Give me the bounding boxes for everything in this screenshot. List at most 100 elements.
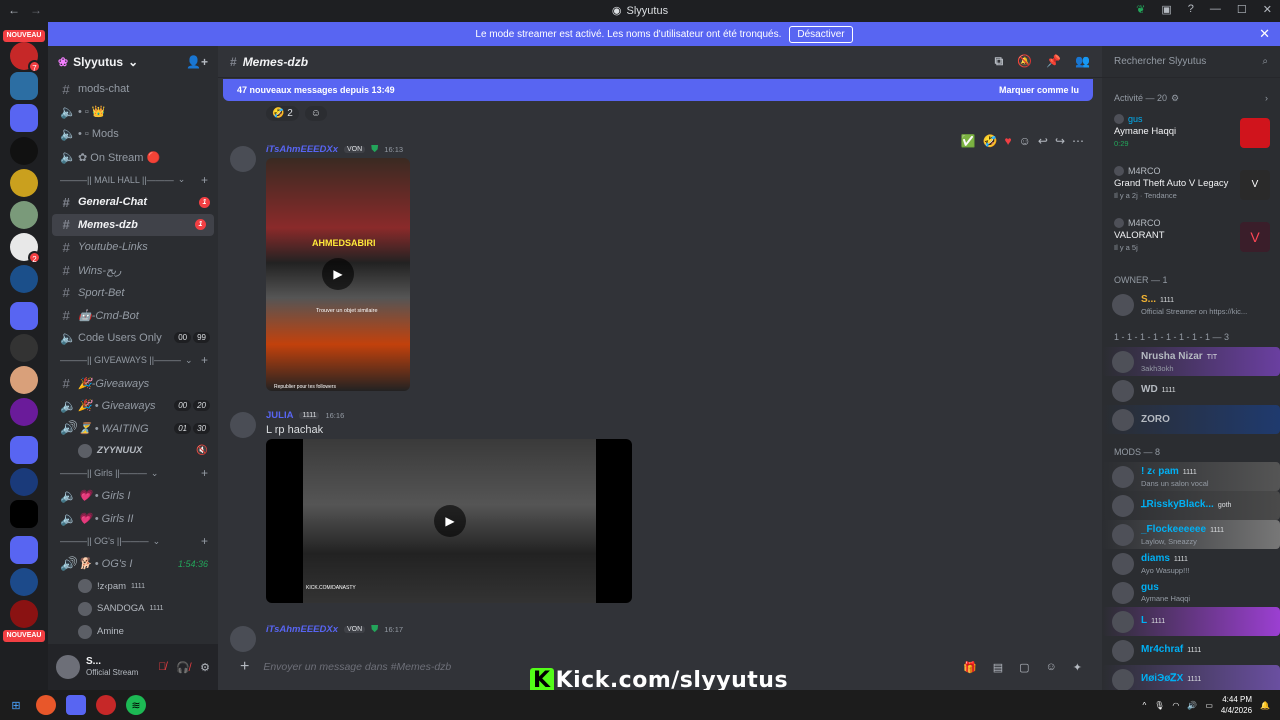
mute-channel-icon[interactable]: 🔕	[1017, 54, 1032, 69]
channel-memes-dzb[interactable]: # Memes-dzb 1	[52, 213, 214, 237]
add-channel-icon[interactable]: +	[201, 466, 208, 480]
member-item[interactable]: gus Aymane Haqqi	[1102, 578, 1280, 607]
forward-icon[interactable]: ↪	[1055, 134, 1065, 148]
message-input[interactable]: Envoyer un message dans #Memes-dzb	[263, 661, 451, 673]
gear-icon[interactable]: ⚙	[200, 661, 210, 674]
message-author[interactable]: iTsAhmEEEDXx	[266, 144, 338, 155]
server-icon[interactable]	[10, 568, 38, 596]
server-icon[interactable]	[10, 169, 38, 197]
voice-user[interactable]: ZYYNUUX 🔇	[48, 440, 218, 463]
close-banner-icon[interactable]: ✕	[1259, 26, 1270, 42]
gift-icon[interactable]: 🎁	[963, 661, 977, 674]
add-channel-icon[interactable]: +	[201, 173, 208, 187]
gif-icon[interactable]: ▤	[993, 661, 1003, 674]
new-messages-bar[interactable]: 47 nouveaux messages depuis 13:49 Marque…	[223, 79, 1093, 101]
server-icon[interactable]	[10, 398, 38, 426]
member-item[interactable]: ! z‹ pam 1111 Dans un salon vocal	[1102, 462, 1280, 491]
channel-giveaways[interactable]: # 🎉-Giveaways	[48, 372, 218, 395]
category-giveaways[interactable]: ———|| GIVEAWAYS ||——— ⌄ +	[48, 349, 218, 372]
server-icon[interactable]	[10, 500, 38, 528]
server-icon[interactable]	[10, 201, 38, 229]
voice-user[interactable]: !z‹pam 1111	[48, 575, 218, 598]
volume-icon[interactable]: 🔊	[1187, 701, 1197, 710]
folder-icon[interactable]	[10, 436, 38, 464]
member-item[interactable]: Nrusha Nizar TIT 3akh3okh	[1102, 347, 1280, 376]
server-icon[interactable]	[10, 137, 38, 165]
channel-girls-ii[interactable]: 🔈 💗 • Girls II	[48, 507, 218, 530]
server-icon[interactable]: 7	[10, 42, 41, 73]
emoji-icon[interactable]: ☺	[1046, 661, 1057, 674]
nitro-icon[interactable]: ❦	[1136, 3, 1145, 16]
clock[interactable]: 4:44 PM 4/4/2026	[1221, 694, 1252, 716]
video-attachment[interactable]: ▶ KICK.COM/DANASTY	[266, 439, 632, 603]
chevron-up-icon[interactable]: ^	[1142, 701, 1146, 710]
spotify-icon[interactable]: ≋	[126, 695, 146, 715]
member-item[interactable]: diams 1111 Ayo Wasupp!!!	[1102, 549, 1280, 578]
channel-cmd-bot[interactable]: # 🤖-Cmd-Bot	[48, 304, 218, 327]
server-icon[interactable]	[10, 265, 38, 293]
forward-arrow-icon[interactable]: →	[30, 3, 42, 17]
video-attachment[interactable]: AHMEDSABIRI ▶ Trouver un objet similaire…	[266, 158, 410, 391]
avatar[interactable]	[230, 412, 256, 438]
heart-reaction-icon[interactable]: ♥	[1004, 134, 1011, 148]
threads-icon[interactable]: ⧉	[995, 54, 1004, 69]
channel-item[interactable]: 🔈 • ▫︎ Mods	[48, 123, 218, 146]
help-icon[interactable]: ?	[1188, 3, 1194, 16]
member-item[interactable]: S... 1111 Official Streamer on https://ki…	[1102, 290, 1280, 319]
member-item[interactable]: L 1111	[1102, 607, 1280, 636]
server-icon[interactable]	[10, 334, 38, 362]
play-icon[interactable]: ▶	[322, 258, 354, 290]
reaction[interactable]: 🤣 2	[266, 106, 299, 121]
category-mail-hall[interactable]: ———|| MAIL HALL ||——— ⌄ +	[48, 168, 218, 191]
windows-start-icon[interactable]: ⊞	[6, 695, 26, 715]
play-icon[interactable]: ▶	[434, 505, 466, 537]
member-item[interactable]: Mr4chraf 1111	[1102, 636, 1280, 665]
sticker-icon[interactable]: ▢	[1019, 661, 1029, 674]
attach-plus-icon[interactable]: +	[240, 658, 249, 676]
search-box[interactable]: Rechercher Slyyutus ⌕	[1102, 46, 1280, 78]
disable-streamer-button[interactable]: Désactiver	[789, 25, 853, 43]
mic-icon[interactable]: 🎙	[1154, 701, 1164, 710]
server-icon[interactable]	[10, 72, 38, 100]
avatar[interactable]	[56, 655, 80, 679]
app-icon[interactable]	[96, 695, 116, 715]
laugh-reaction-icon[interactable]: 🤣	[983, 134, 998, 148]
message-author[interactable]: iTsAhmEEEDXx	[266, 624, 338, 635]
mark-read-button[interactable]: Marquer comme lu	[999, 85, 1079, 95]
server-icon[interactable]	[10, 468, 38, 496]
activity-header[interactable]: Activité — 20 ⚙ ›	[1102, 88, 1280, 108]
channel-sport-bet[interactable]: # Sport-Bet	[48, 281, 218, 304]
member-item[interactable]: ZORO	[1102, 405, 1280, 434]
message-author[interactable]: JULIA	[266, 410, 293, 421]
channel-code-users[interactable]: 🔈 Code Users Only 00 99	[48, 327, 218, 350]
wifi-icon[interactable]: ◠	[1172, 701, 1179, 710]
voice-user[interactable]: SANDOGA 1111	[48, 598, 218, 621]
member-item[interactable]: ИøiЭøᏃX 1111	[1102, 665, 1280, 690]
guild-header[interactable]: ❀ Slyyutus ⌄ 👤+	[48, 46, 218, 78]
folder-icon[interactable]	[10, 536, 38, 564]
activity-card[interactable]: M4RCO VALORANT Il y a 5j V	[1102, 212, 1280, 264]
channel-item[interactable]: 🔈 ✿ On Stream 🔴	[48, 146, 218, 169]
pin-icon[interactable]: 📌	[1046, 54, 1061, 69]
invite-icon[interactable]: 👤+	[186, 55, 208, 69]
add-channel-icon[interactable]: +	[201, 534, 208, 548]
maximize-icon[interactable]: ☐	[1237, 3, 1247, 16]
minimize-icon[interactable]: —	[1210, 3, 1221, 16]
folder-icon[interactable]	[10, 302, 38, 330]
channel-general-chat[interactable]: # General-Chat 1	[48, 191, 218, 214]
channel-ogs-i[interactable]: 🔊 🐕 • OG's I 1:54:36	[48, 552, 218, 575]
category-girls[interactable]: ———|| Girls ||——— ⌄ +	[48, 462, 218, 485]
voice-user[interactable]: Amine	[48, 620, 218, 643]
activity-card[interactable]: M4RCO Grand Theft Auto V Legacy Il y a 2…	[1102, 160, 1280, 212]
more-icon[interactable]: ⋯	[1072, 134, 1084, 148]
channel-item[interactable]: # mods-chat	[48, 78, 218, 101]
member-item[interactable]: WD 1111	[1102, 376, 1280, 405]
member-list-icon[interactable]: 👥	[1075, 54, 1090, 69]
channel-item[interactable]: 🔈 • ▫︎ 👑	[48, 101, 218, 124]
server-icon[interactable]: 2	[10, 233, 41, 264]
avatar[interactable]	[230, 146, 256, 172]
apps-icon[interactable]: ✦	[1073, 661, 1082, 674]
server-icon[interactable]	[10, 600, 38, 628]
mic-muted-icon[interactable]: 🎙̸	[158, 661, 166, 674]
brave-icon[interactable]	[36, 695, 56, 715]
